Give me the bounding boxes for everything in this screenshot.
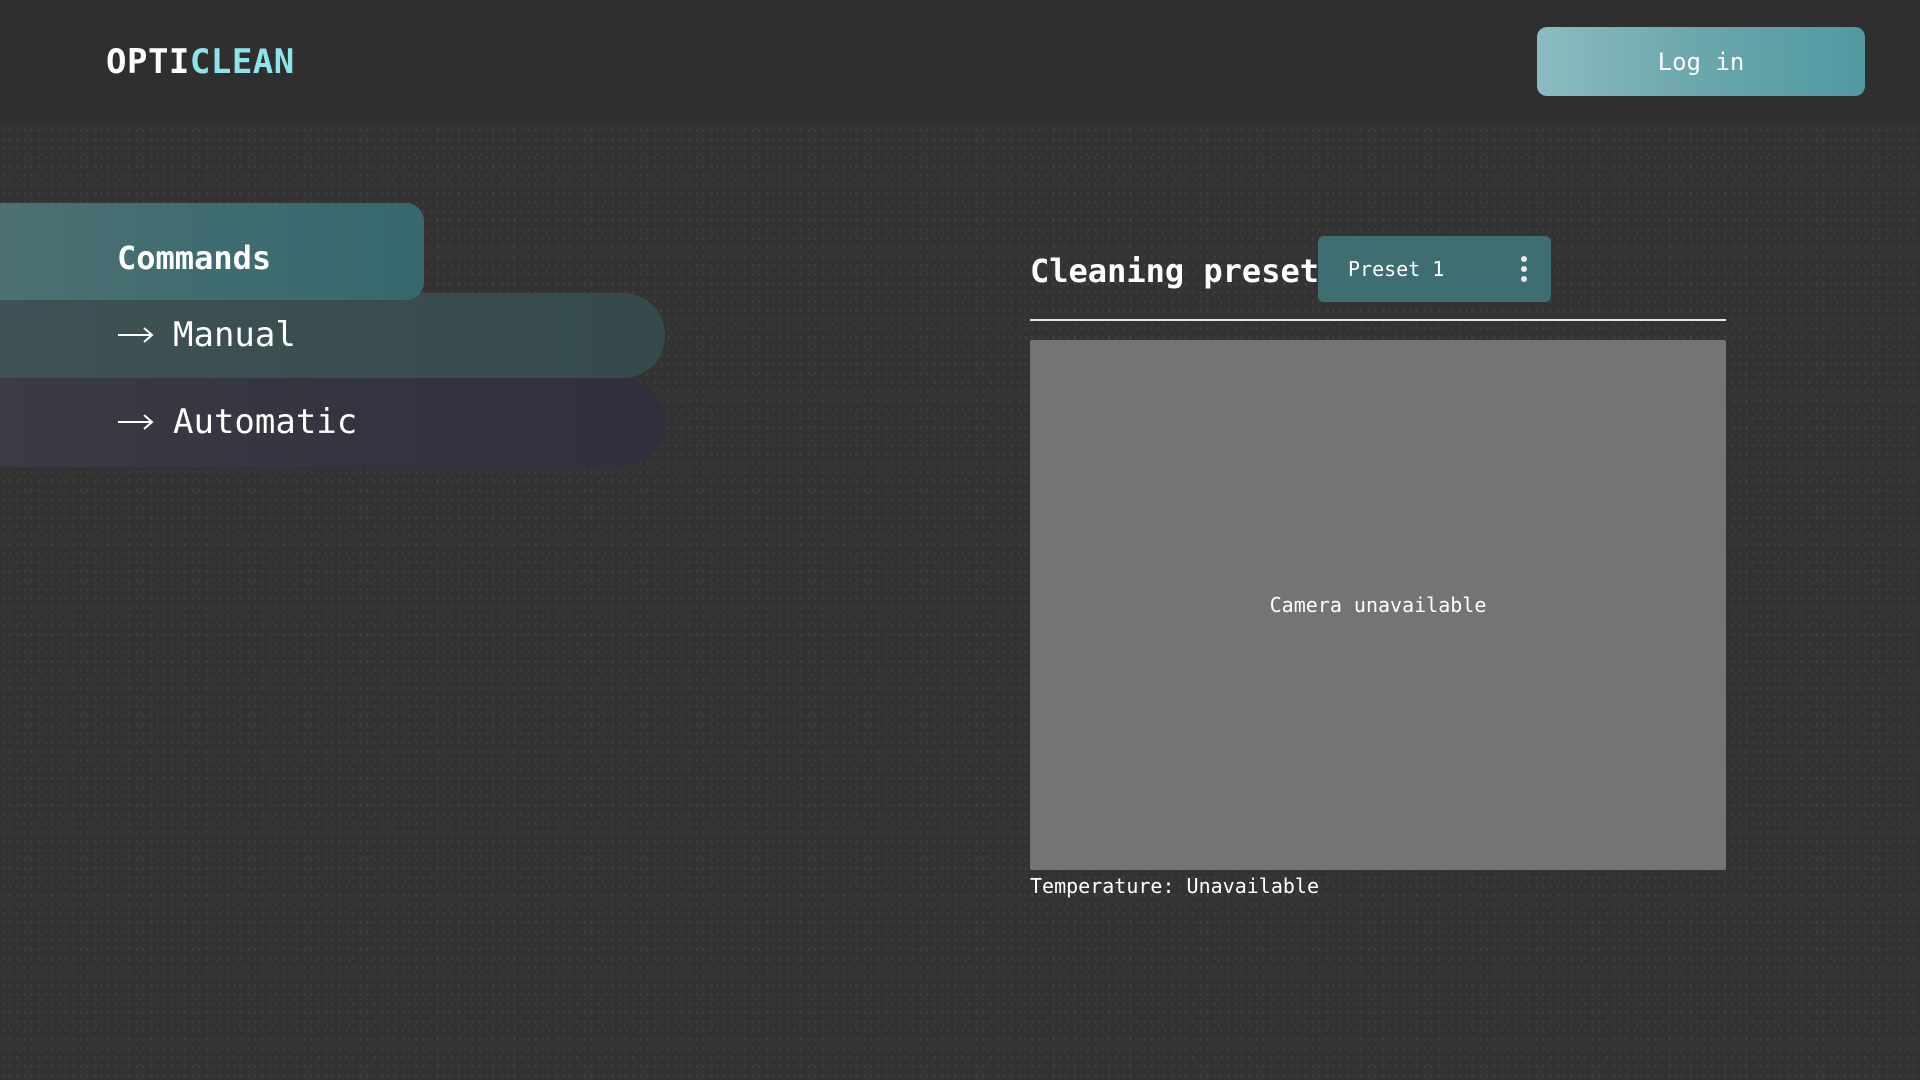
logo-part-opti: OPTI (106, 42, 190, 82)
sidebar-item-automatic[interactable]: Automatic (0, 378, 665, 467)
login-button[interactable]: Log in (1537, 27, 1865, 96)
top-bar: OPTICLEAN Log in (0, 0, 1920, 123)
logo[interactable]: OPTICLEAN (106, 42, 295, 82)
sidebar-item-label: Automatic (173, 402, 358, 442)
sidebar-item-manual-content: Manual (117, 315, 296, 355)
sidebar-item-commands[interactable]: Commands (0, 203, 424, 300)
preset-select-value: Preset 1 (1348, 257, 1445, 281)
sidebar-item-manual[interactable]: Manual (0, 293, 665, 378)
temperature-readout: Temperature: Unavailable (1030, 874, 1319, 898)
sidebar-commands-label: Commands (117, 239, 272, 277)
arrow-right-icon (118, 414, 154, 430)
camera-status: Camera unavailable (1269, 593, 1487, 617)
sidebar-item-automatic-content: Automatic (117, 402, 357, 442)
logo-part-clean: CLEAN (189, 42, 295, 82)
sidebar-item-label: Manual (173, 315, 296, 355)
divider (1030, 319, 1726, 321)
camera-feed: Camera unavailable (1030, 340, 1726, 870)
kebab-icon[interactable] (1521, 256, 1527, 282)
arrow-right-icon (118, 327, 154, 343)
preset-select[interactable]: Preset 1 (1318, 236, 1551, 302)
cleaning-preset-title: Cleaning preset (1030, 252, 1319, 290)
